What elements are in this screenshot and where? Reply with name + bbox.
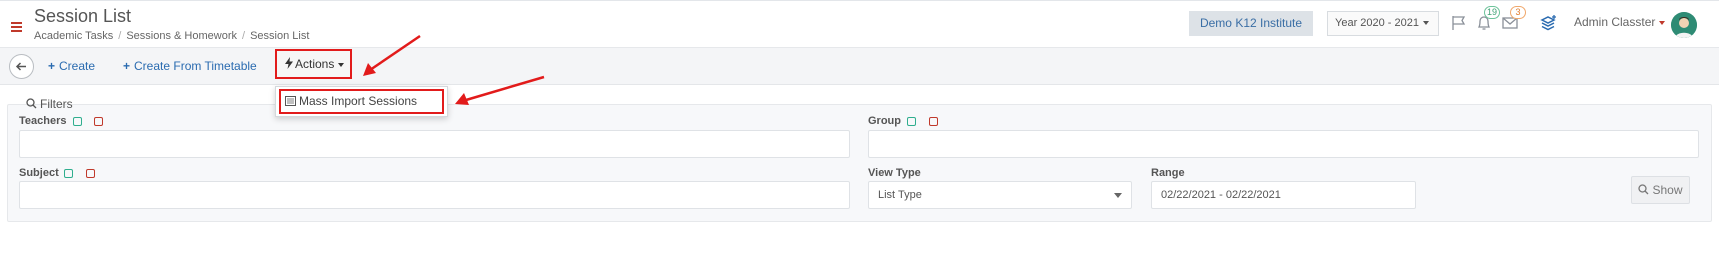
show-label: Show <box>1652 183 1683 197</box>
chevron-down-icon <box>1114 193 1122 198</box>
toolbar: + Create + Create From Timetable Actions <box>0 48 1719 85</box>
deselect-all-groups-icon[interactable] <box>929 117 938 126</box>
select-all-groups-icon[interactable] <box>907 117 916 126</box>
view-type-label: View Type <box>868 167 921 179</box>
year-select-value: Year 2020 - 2021 <box>1335 17 1419 29</box>
messages-badge: 3 <box>1510 6 1526 19</box>
select-all-subjects-icon[interactable] <box>64 169 73 178</box>
plus-icon: + <box>123 59 131 73</box>
breadcrumb-item-session-list: Session List <box>250 30 310 42</box>
chevron-down-icon <box>1423 21 1429 26</box>
teachers-input[interactable] <box>19 130 850 158</box>
view-type-value: List Type <box>878 189 922 201</box>
actions-button[interactable]: Actions <box>275 49 352 79</box>
chevron-down-icon <box>338 62 345 67</box>
flag-icon[interactable] <box>1450 14 1468 32</box>
layers-add-icon[interactable] <box>1540 14 1558 32</box>
breadcrumb: Academic Tasks / Sessions & Homework / Sessi… <box>34 30 310 42</box>
filters-title: Filters <box>24 97 75 111</box>
range-value: 02/22/2021 - 02/22/2021 <box>1161 189 1281 201</box>
breadcrumb-item-academic-tasks[interactable]: Academic Tasks <box>34 30 113 42</box>
back-button[interactable] <box>9 54 34 79</box>
group-input[interactable] <box>868 130 1699 158</box>
institute-button[interactable]: Demo K12 Institute <box>1189 11 1313 36</box>
mass-import-sessions-label: Mass Import Sessions <box>299 94 418 108</box>
view-type-select[interactable]: List Type <box>868 181 1132 209</box>
page-header: Session List Academic Tasks / Sessions & H… <box>0 1 1719 48</box>
chevron-down-icon <box>1659 20 1666 25</box>
deselect-all-teachers-icon[interactable] <box>94 117 103 126</box>
search-icon <box>1638 184 1649 195</box>
year-select[interactable]: Year 2020 - 2021 <box>1327 11 1439 36</box>
bell-icon[interactable]: 19 <box>1475 6 1500 32</box>
avatar[interactable] <box>1671 12 1697 38</box>
user-name: Admin Classter <box>1574 15 1656 29</box>
actions-label: Actions <box>295 57 335 71</box>
page-title: Session List <box>34 6 132 26</box>
actions-dropdown-menu: Mass Import Sessions <box>275 86 448 117</box>
teachers-label: Teachers <box>19 115 67 127</box>
subject-input[interactable] <box>19 181 850 209</box>
subject-label: Subject <box>19 167 59 179</box>
arrow-left-icon <box>15 62 26 71</box>
create-from-timetable-button[interactable]: + Create From Timetable <box>123 59 257 73</box>
create-button[interactable]: + Create <box>48 59 95 73</box>
filters-title-label: Filters <box>40 97 73 111</box>
create-from-timetable-label: Create From Timetable <box>134 59 257 73</box>
group-label: Group <box>868 115 901 127</box>
create-label: Create <box>59 59 96 73</box>
select-all-teachers-icon[interactable] <box>73 117 82 126</box>
mass-import-sessions-item[interactable]: Mass Import Sessions <box>279 89 444 114</box>
range-label: Range <box>1151 167 1185 179</box>
mail-icon[interactable]: 3 <box>1501 6 1526 32</box>
range-input[interactable]: 02/22/2021 - 02/22/2021 <box>1151 181 1416 209</box>
menu-icon[interactable] <box>11 22 22 32</box>
notifications-badge: 19 <box>1484 6 1500 19</box>
breadcrumb-item-sessions-homework[interactable]: Sessions & Homework <box>126 30 237 42</box>
search-icon <box>26 98 37 109</box>
show-button[interactable]: Show <box>1631 176 1690 204</box>
plus-icon: + <box>48 59 56 73</box>
bolt-icon <box>285 57 293 69</box>
import-icon <box>285 96 296 106</box>
user-menu[interactable]: Admin Classter <box>1574 15 1666 29</box>
deselect-all-subjects-icon[interactable] <box>86 169 95 178</box>
